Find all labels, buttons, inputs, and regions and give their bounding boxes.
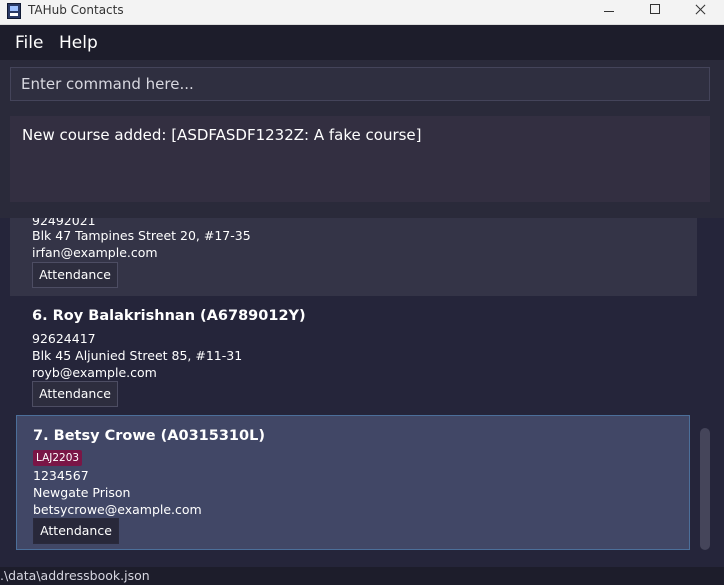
course-tag: LAJ2203 [33,450,83,466]
list-top-border [0,210,724,218]
contact-address: Blk 47 Tampines Street 20, #17-35 [32,228,251,243]
menu-bar: File Help [0,25,724,60]
contact-phone: 1234567 [33,468,89,483]
window-title: TAHub Contacts [28,3,124,17]
contact-name: 6. Roy Balakrishnan (A6789012Y) [32,308,306,324]
status-bar: .\data\addressbook.json [0,567,724,585]
attendance-button[interactable]: Attendance [32,262,118,288]
contact-card-selected[interactable]: 7. Betsy Crowe (A0315310L) LAJ2203 12345… [16,415,690,550]
result-display-panel: New course added: [ASDFASDF1232Z: A fake… [0,110,724,210]
command-input[interactable] [10,67,710,101]
app-icon [7,3,21,19]
menu-help[interactable]: Help [59,33,98,53]
title-bar: TAHub Contacts [0,0,724,25]
contact-card[interactable]: 6. Roy Balakrishnan (A6789012Y) 92624417… [10,296,697,414]
contact-address: Blk 45 Aljunied Street 85, #11-31 [32,348,243,363]
contact-address: Newgate Prison [33,485,131,500]
contact-name: 7. Betsy Crowe (A0315310L) [33,428,265,444]
menu-file[interactable]: File [15,33,43,53]
contact-email: royb@example.com [32,365,157,380]
contact-list[interactable]: 92492021 Blk 47 Tampines Street 20, #17-… [0,210,724,567]
maximize-icon[interactable] [632,0,678,24]
contact-phone: 92624417 [32,331,96,346]
result-display: New course added: [ASDFASDF1232Z: A fake… [10,116,710,202]
attendance-button[interactable]: Attendance [32,381,118,407]
attendance-button[interactable]: Attendance [33,518,119,544]
contact-email: betsycrowe@example.com [33,502,202,517]
close-icon[interactable] [678,0,724,24]
minimize-icon[interactable] [586,0,632,24]
contact-card[interactable]: 92492021 Blk 47 Tampines Street 20, #17-… [10,213,697,304]
command-box [0,60,724,110]
list-scrollbar[interactable] [699,218,712,558]
scrollbar-thumb[interactable] [700,428,710,550]
save-file-path: .\data\addressbook.json [0,568,150,583]
contact-email: irfan@example.com [32,245,158,260]
